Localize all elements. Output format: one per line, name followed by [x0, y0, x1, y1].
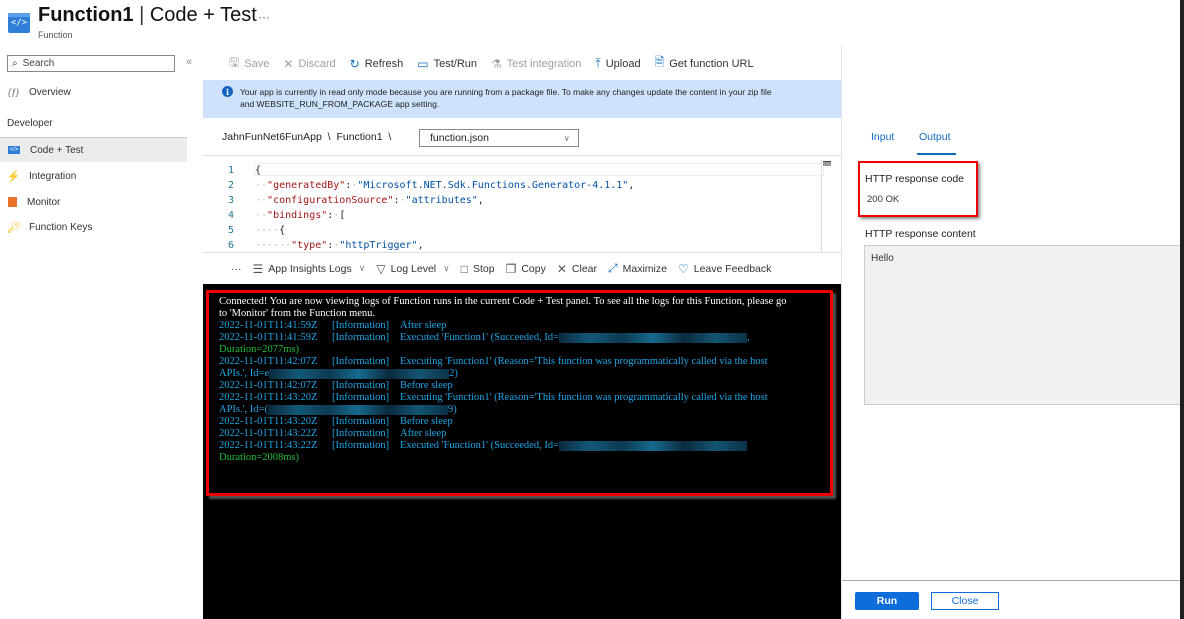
upload-button[interactable]: ⤒ Upload	[595, 56, 640, 71]
log-output: Connected! You are now viewing logs of F…	[219, 296, 819, 464]
log-entry-continuation: APIs.', Id=(9)	[219, 404, 457, 415]
toolbar: 🖫︎ Save ✕ Discard ↻ Refresh ▭ Test/Run ⚗ Test…	[229, 53, 754, 74]
info-icon: i	[222, 86, 233, 97]
get-function-url-button[interactable]: 🗎︎ Get function URL	[655, 53, 754, 74]
leave-feedback-button[interactable]: ♡ Leave Feedback	[678, 262, 771, 276]
redacted-id	[559, 332, 747, 343]
read-only-banner: Your app is currently in read only mode …	[203, 80, 841, 118]
document-link-icon: 🗎︎	[654, 55, 665, 69]
editor-scrollbar-track[interactable]	[821, 160, 822, 252]
redacted-id	[559, 440, 747, 451]
response-code-label: HTTP response code	[865, 173, 965, 185]
maximize-icon: ⤢	[608, 261, 618, 275]
log-entry: 2022-11-01T11:43:22Z [Information] After s…	[219, 428, 447, 439]
refresh-icon: ↻	[349, 56, 360, 71]
scroll-thumb[interactable]	[823, 161, 831, 166]
response-code-value: 200 OK	[867, 194, 900, 205]
function-code-icon: </>	[8, 13, 30, 33]
clear-button[interactable]: ✕ Clear	[557, 262, 597, 276]
flask-icon: ⚗	[491, 56, 502, 71]
page-title: Function1 | Code + Test	[38, 4, 257, 26]
maximize-button[interactable]: ⤢ Maximize	[608, 261, 667, 276]
file-select-dropdown[interactable]: function.json ∨	[419, 129, 579, 147]
tab-input[interactable]: Input	[871, 131, 894, 143]
panel-divider	[841, 46, 842, 619]
heart-icon: ♡	[677, 261, 689, 276]
stop-button[interactable]: □ Stop	[461, 262, 495, 276]
run-button[interactable]: Run	[855, 592, 919, 610]
key-icon: 🔑︎	[6, 221, 21, 234]
highlight-frame	[858, 161, 978, 217]
app-insights-logs-dropdown[interactable]: ☰ App Insights Logs ∨	[253, 262, 366, 276]
redacted-id	[267, 404, 448, 415]
log-entry: 2022-11-01T11:43:22Z [Information] Execute…	[219, 440, 819, 452]
code-icon: </>	[8, 146, 20, 154]
divider	[203, 252, 841, 253]
response-content-box[interactable]: Hello	[864, 245, 1184, 405]
log-entry: 2022-11-01T11:41:59Z [Information] After s…	[219, 320, 447, 331]
monitor-icon	[8, 197, 17, 207]
collapse-sidebar-button[interactable]: «	[186, 56, 192, 68]
breadcrumb: JahnFunNet6FunApp \ Function1 \	[222, 131, 392, 143]
more-options-button[interactable]: ···	[258, 10, 270, 24]
sidebar-item-code-test[interactable]: </> Code + Test	[0, 138, 187, 162]
sidebar-item-overview[interactable]: {ƒ} Overview	[0, 80, 187, 104]
close-button[interactable]: Close	[931, 592, 999, 610]
response-content-label: HTTP response content	[865, 228, 976, 240]
tab-output[interactable]: Output	[919, 131, 951, 143]
save-icon: 🖫︎	[229, 55, 240, 69]
close-icon: ✕	[556, 261, 567, 276]
test-integration-button[interactable]: ⚗ Test integration	[491, 57, 581, 71]
active-tab-indicator	[917, 153, 956, 155]
breadcrumb-function[interactable]: Function1	[336, 131, 382, 143]
log-entry: 2022-11-01T11:42:07Z [Information] Executi…	[219, 356, 768, 367]
discard-button[interactable]: ✕ Discard	[283, 57, 335, 71]
search-icon: ⌕	[12, 58, 18, 69]
section-developer: Developer	[7, 118, 53, 129]
breadcrumb-app[interactable]: JahnFunNet6FunApp	[222, 131, 322, 143]
code-editor[interactable]: 1 { 2 ··"generatedBy":·"Microsoft.NET.Sd…	[203, 160, 841, 252]
log-entry: 2022-11-01T11:43:20Z [Information] Executi…	[219, 392, 768, 403]
copy-icon: ❐	[505, 261, 517, 276]
sidebar-item-integration[interactable]: ⚡ Integration	[0, 164, 187, 188]
log-intro: Connected! You are now viewing logs of F…	[219, 296, 787, 319]
document-icon: ☰	[252, 261, 264, 276]
log-more-button[interactable]: ···	[231, 263, 242, 275]
log-entry-continuation: Duration=2008ms)	[219, 452, 299, 463]
log-entry: 2022-11-01T11:41:59Z [Information] Execute…	[219, 332, 750, 343]
redacted-id	[269, 368, 450, 379]
sidebar-item-function-keys[interactable]: 🔑︎ Function Keys	[0, 215, 187, 239]
log-level-dropdown[interactable]: ▽ Log Level ∨	[376, 262, 449, 276]
upload-icon: ⤒	[595, 56, 601, 70]
refresh-button[interactable]: ↻ Refresh	[350, 57, 404, 71]
copy-button[interactable]: ❐ Copy	[506, 262, 546, 276]
close-icon: ✕	[283, 56, 294, 71]
search-placeholder: Search	[22, 58, 55, 69]
save-button[interactable]: 🖫︎ Save	[229, 53, 269, 74]
log-entry: 2022-11-01T11:43:20Z [Information] Before …	[219, 416, 453, 427]
divider	[842, 580, 1180, 581]
log-entry-continuation: Duration=2077ms)	[219, 344, 299, 355]
window-edge	[1180, 0, 1184, 619]
sidebar-search-input[interactable]: ⌕ Search	[7, 55, 175, 72]
chevron-down-icon: ∨	[358, 263, 366, 273]
test-run-button[interactable]: ▭ Test/Run	[417, 57, 477, 71]
filter-icon: ▽	[376, 261, 386, 276]
log-toolbar: ··· ☰ App Insights Logs ∨ ▽ Log Level ∨ □ Sto…	[231, 261, 771, 276]
log-entry: 2022-11-01T11:42:07Z [Information] Before …	[219, 380, 453, 391]
chevron-down-icon: ∨	[443, 263, 450, 273]
test-run-icon: ▭	[417, 56, 429, 71]
sidebar-item-monitor[interactable]: Monitor	[0, 190, 187, 214]
lightning-icon: ⚡	[6, 170, 21, 183]
chevron-down-icon: ∨	[563, 132, 570, 143]
stop-icon: □	[460, 261, 468, 276]
log-entry-continuation: APIs.', Id=e 2)	[219, 368, 458, 379]
divider	[203, 155, 841, 156]
fx-icon: {ƒ}	[7, 87, 20, 97]
page-subtitle: Function	[38, 30, 73, 40]
